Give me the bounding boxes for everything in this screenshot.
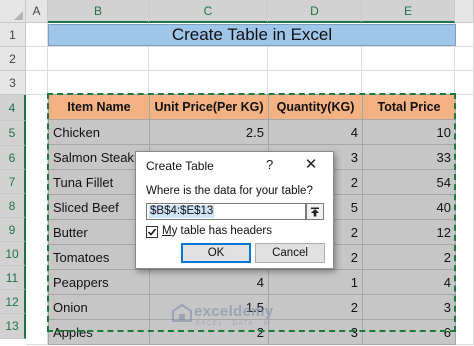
watermark: exceldemy EXCEL · DATA · BI (170, 302, 320, 332)
column-header-b[interactable]: B (48, 0, 149, 23)
range-select-arrow-icon (311, 207, 319, 216)
help-button[interactable]: ? (266, 157, 273, 172)
row-header-4[interactable]: 4 (0, 95, 26, 121)
grid-cell (48, 47, 149, 71)
close-button[interactable]: ✕ (301, 156, 321, 174)
total-price-cell[interactable]: 33 (362, 144, 456, 170)
row-header-5[interactable]: 5 (0, 121, 26, 146)
unit-price-cell[interactable]: 4 (149, 269, 269, 295)
row-header-1[interactable]: 1 (0, 23, 26, 47)
row-header-8[interactable]: 8 (0, 194, 26, 218)
grid-cell (455, 47, 474, 71)
headers-checkbox-accelerator: M (162, 225, 172, 237)
range-input-value[interactable]: $B$4:$E$13 (149, 205, 215, 218)
range-prompt-label: Where is the data for your table? (146, 185, 313, 197)
grid-cell (149, 47, 268, 71)
grid-cell (455, 71, 474, 95)
column-header-a[interactable]: A (26, 0, 48, 23)
collapse-dialog-button[interactable] (306, 203, 324, 220)
row-header-6[interactable]: 6 (0, 146, 26, 170)
item-name-cell[interactable]: Apples (48, 319, 150, 345)
select-all-corner[interactable] (0, 0, 26, 23)
quantity-cell[interactable]: 4 (268, 119, 363, 145)
cancel-button[interactable]: Cancel (255, 243, 325, 263)
grid-cell (362, 47, 455, 71)
item-name-cell[interactable]: Onion (48, 294, 150, 320)
quantity-cell[interactable]: 1 (268, 269, 363, 295)
row-header-2[interactable]: 2 (0, 47, 26, 71)
item-name-cell[interactable]: Peappers (48, 269, 150, 295)
sheet-title[interactable]: Create Table in Excel (48, 24, 456, 46)
grid-row (26, 47, 474, 71)
grid-cell (26, 47, 48, 71)
row-headers: 1 2 3 4 5 6 7 8 9 10 11 12 13 (0, 23, 26, 339)
column-header-c[interactable]: C (149, 0, 268, 23)
checkmark-icon (147, 228, 157, 236)
headers-checkbox-label-text: y table has headers (171, 225, 272, 237)
total-price-cell[interactable]: 10 (362, 119, 456, 145)
grid-cell (26, 23, 48, 47)
table-header-row: Item Name Unit Price(Per KG) Quantity(KG… (48, 94, 456, 120)
row-header-3[interactable]: 3 (0, 71, 26, 95)
create-table-dialog: Create Table ? ✕ Where is the data for y… (135, 151, 334, 269)
dialog-titlebar[interactable]: Create Table ? ✕ (136, 152, 333, 179)
grid-cell (26, 95, 48, 345)
watermark-logo-icon (172, 304, 192, 322)
grid-cell (26, 71, 48, 95)
table-row: Chicken 2.5 4 10 (48, 119, 456, 145)
total-price-cell[interactable]: 54 (362, 169, 456, 195)
column-headers: A B C D E (26, 0, 474, 23)
total-price-cell[interactable]: 2 (362, 244, 456, 270)
grid-cell (149, 71, 268, 95)
column-header-e[interactable]: E (362, 0, 455, 23)
unit-price-cell[interactable]: 2.5 (149, 119, 269, 145)
row-header-11[interactable]: 11 (0, 266, 26, 290)
grid-cell (455, 95, 474, 345)
column-header-overflow (455, 0, 474, 23)
grid-cell (268, 47, 362, 71)
header-total-price[interactable]: Total Price (362, 94, 456, 120)
table-row: Peappers 4 1 4 (48, 269, 456, 295)
grid-cell (268, 71, 362, 95)
row-header-10[interactable]: 10 (0, 242, 26, 266)
item-name-cell[interactable]: Chicken (48, 119, 150, 145)
row-header-12[interactable]: 12 (0, 290, 26, 314)
dialog-title: Create Table (146, 159, 214, 173)
watermark-text: exceldemy (194, 303, 274, 320)
column-header-d[interactable]: D (268, 0, 362, 23)
total-price-cell[interactable]: 40 (362, 194, 456, 220)
watermark-subtext: EXCEL · DATA · BI (196, 321, 273, 327)
row-header-13[interactable]: 13 (0, 314, 26, 339)
header-quantity[interactable]: Quantity(KG) (268, 94, 363, 120)
grid-row (26, 71, 474, 95)
total-price-cell[interactable]: 6 (362, 319, 456, 345)
headers-checkbox[interactable] (146, 226, 158, 238)
row-header-7[interactable]: 7 (0, 170, 26, 194)
grid-cell (455, 23, 474, 47)
total-price-cell[interactable]: 4 (362, 269, 456, 295)
ok-button[interactable]: OK (181, 243, 251, 263)
headers-checkbox-label[interactable]: My table has headers (162, 225, 272, 237)
grid-cell (48, 71, 149, 95)
header-unit-price[interactable]: Unit Price(Per KG) (149, 94, 269, 120)
row-header-9[interactable]: 9 (0, 218, 26, 242)
header-item-name[interactable]: Item Name (48, 94, 150, 120)
grid-cell (362, 71, 455, 95)
total-price-cell[interactable]: 12 (362, 219, 456, 245)
select-all-triangle (14, 11, 23, 20)
total-price-cell[interactable]: 3 (362, 294, 456, 320)
